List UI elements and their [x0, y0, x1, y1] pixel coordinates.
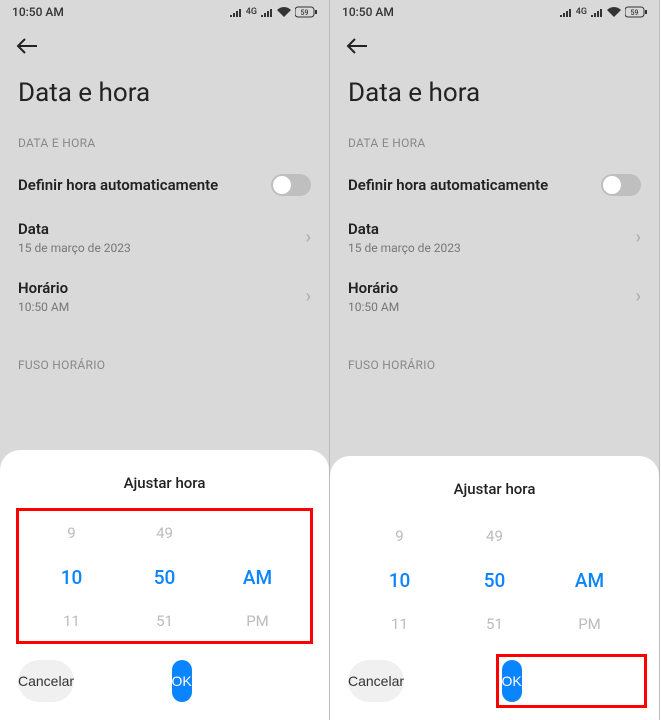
- signal-icon: [230, 7, 242, 17]
- wifi-icon: [277, 7, 291, 17]
- page-title: Data e hora: [0, 72, 329, 128]
- wifi-icon: [607, 7, 621, 17]
- back-button[interactable]: [0, 24, 329, 72]
- ampm-next: PM: [578, 612, 601, 636]
- ampm-column[interactable]: AM PM: [542, 524, 636, 636]
- hour-selected: 10: [389, 568, 411, 592]
- hour-column[interactable]: 9 10 11: [352, 524, 446, 636]
- svg-text:59: 59: [631, 9, 639, 17]
- page-title: Data e hora: [330, 72, 659, 128]
- auto-time-label: Definir hora automaticamente: [348, 176, 548, 194]
- sheet-title: Ajustar hora: [16, 474, 313, 492]
- signal-icon-2: [591, 7, 603, 17]
- battery-icon: 59: [625, 6, 647, 18]
- status-bar: 10:50 AM 4G 59: [330, 0, 659, 24]
- chevron-right-icon: ›: [306, 227, 311, 248]
- ampm-selected: AM: [243, 565, 272, 589]
- status-time: 10:50 AM: [342, 5, 394, 19]
- ok-button[interactable]: OK: [502, 660, 522, 702]
- time-picker[interactable]: 9 10 11 49 50 51 AM PM: [16, 508, 313, 644]
- section-header-datetime: DATA E HORA: [0, 128, 329, 162]
- date-row[interactable]: Data 15 de março de 2023 ›: [0, 208, 329, 267]
- time-row[interactable]: Horário 10:50 AM ›: [330, 267, 659, 326]
- date-label: Data: [18, 220, 306, 238]
- chevron-right-icon: ›: [636, 227, 641, 248]
- auto-time-row[interactable]: Definir hora automaticamente: [330, 162, 659, 208]
- battery-icon: 59: [295, 6, 317, 18]
- chevron-right-icon: ›: [306, 286, 311, 307]
- hour-column[interactable]: 9 10 11: [25, 521, 117, 633]
- time-value: 10:50 AM: [348, 300, 636, 314]
- minute-selected: 50: [484, 568, 506, 592]
- phone-screen-right: 10:50 AM 4G 59 Data e hora DATA E: [330, 0, 660, 720]
- time-label: Horário: [18, 279, 306, 297]
- time-picker[interactable]: 9 10 11 49 50 51 AM PM: [346, 514, 643, 644]
- time-row[interactable]: Horário 10:50 AM ›: [0, 267, 329, 326]
- cancel-button[interactable]: Cancelar: [348, 660, 404, 702]
- minute-next: 51: [156, 609, 173, 633]
- signal-icon-2: [261, 7, 273, 17]
- hour-prev: 9: [67, 521, 75, 545]
- hour-prev: 9: [395, 524, 403, 548]
- minute-prev: 49: [156, 521, 173, 545]
- auto-time-row[interactable]: Definir hora automaticamente: [0, 162, 329, 208]
- auto-time-toggle[interactable]: [601, 174, 641, 196]
- phone-screen-left: 10:50 AM 4G 59 Data e hora DATA E: [0, 0, 330, 720]
- ampm-column[interactable]: AM PM: [211, 521, 303, 633]
- time-picker-sheet: Ajustar hora 9 10 11 49 50 51 AM PM Canc…: [0, 450, 329, 720]
- minute-column[interactable]: 49 50 51: [118, 521, 210, 633]
- ampm-next: PM: [246, 609, 269, 633]
- status-bar: 10:50 AM 4G 59: [0, 0, 329, 24]
- auto-time-toggle[interactable]: [271, 174, 311, 196]
- chevron-right-icon: ›: [636, 286, 641, 307]
- sheet-buttons: Cancelar OK: [16, 660, 313, 702]
- auto-time-label: Definir hora automaticamente: [18, 176, 218, 194]
- date-value: 15 de março de 2023: [18, 241, 306, 255]
- date-label: Data: [348, 220, 636, 238]
- ampm-selected: AM: [575, 568, 604, 592]
- minute-column[interactable]: 49 50 51: [447, 524, 541, 636]
- status-icons: 4G 59: [560, 6, 647, 18]
- time-label: Horário: [348, 279, 636, 297]
- time-picker-sheet: Ajustar hora 9 10 11 49 50 51 AM PM Canc…: [330, 456, 659, 720]
- minute-prev: 49: [486, 524, 503, 548]
- network-label: 4G: [246, 7, 257, 17]
- date-row[interactable]: Data 15 de março de 2023 ›: [330, 208, 659, 267]
- minute-next: 51: [486, 612, 503, 636]
- hour-selected: 10: [61, 565, 83, 589]
- back-button[interactable]: [330, 24, 659, 72]
- network-label: 4G: [576, 7, 587, 17]
- section-header-timezone: FUSO HORÁRIO: [0, 350, 329, 384]
- time-value: 10:50 AM: [18, 300, 306, 314]
- status-time: 10:50 AM: [12, 5, 64, 19]
- svg-text:59: 59: [301, 9, 309, 17]
- date-value: 15 de março de 2023: [348, 241, 636, 255]
- sheet-buttons: Cancelar OK: [346, 660, 643, 702]
- section-header-datetime: DATA E HORA: [330, 128, 659, 162]
- hour-next: 11: [391, 612, 408, 636]
- section-header-timezone: FUSO HORÁRIO: [330, 350, 659, 384]
- sheet-title: Ajustar hora: [346, 480, 643, 498]
- hour-next: 11: [63, 609, 80, 633]
- signal-icon: [560, 7, 572, 17]
- status-icons: 4G 59: [230, 6, 317, 18]
- minute-selected: 50: [154, 565, 176, 589]
- cancel-button[interactable]: Cancelar: [18, 660, 74, 702]
- ok-button[interactable]: OK: [172, 660, 192, 702]
